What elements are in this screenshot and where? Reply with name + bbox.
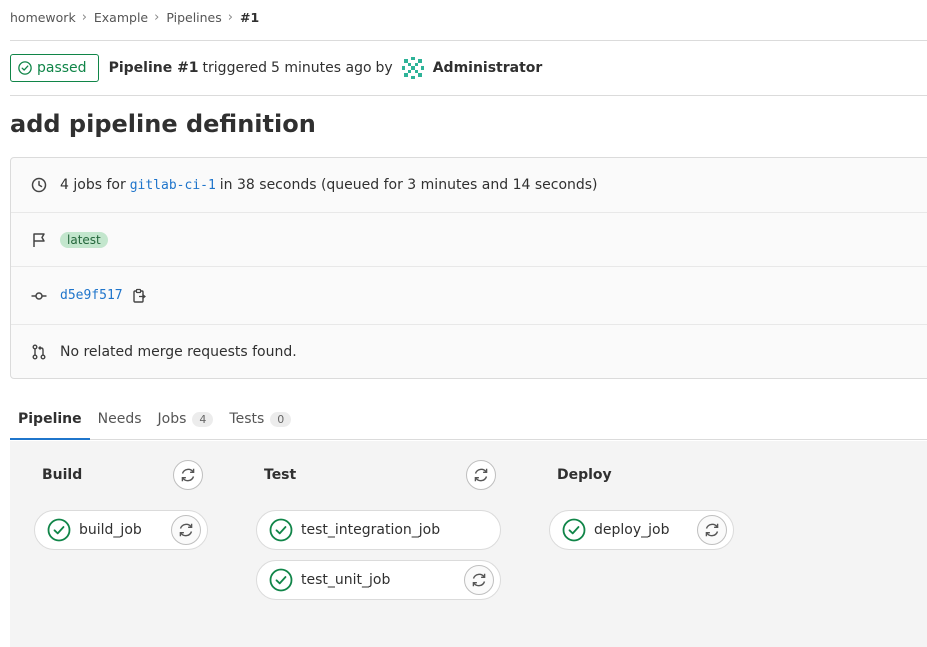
- job-retry-button[interactable]: [697, 515, 727, 545]
- job-build-job[interactable]: build_job: [34, 510, 208, 550]
- triggered-text: triggered: [202, 60, 268, 76]
- status-text: passed: [37, 60, 87, 76]
- retry-icon: [472, 573, 486, 587]
- duration-text: in 38 seconds (queued for 3 minutes and …: [219, 177, 598, 193]
- branch-link[interactable]: gitlab-ci-1: [130, 178, 216, 193]
- tab-count-badge: 4: [192, 411, 214, 427]
- stage-title-build: Build: [42, 467, 83, 483]
- stage-retry-button[interactable]: [466, 460, 496, 490]
- check-circle-icon: [562, 518, 586, 542]
- job-retry-button[interactable]: [171, 515, 201, 545]
- breadcrumb-separator: ›: [227, 9, 233, 25]
- stage-title-test: Test: [264, 467, 297, 483]
- breadcrumb-separator: ›: [154, 9, 160, 25]
- jobs-count-text: 4 jobs for: [60, 177, 126, 193]
- commit-sha-link[interactable]: d5e9f517: [60, 288, 123, 303]
- pipeline-info-card: 4 jobs for gitlab-ci-1 in 38 seconds (qu…: [10, 157, 927, 379]
- tab-jobs[interactable]: Jobs 4: [150, 399, 222, 439]
- tab-tests[interactable]: Tests 0: [221, 399, 299, 439]
- job-name: build_job: [79, 522, 142, 538]
- pipeline-tabs: Pipeline Needs Jobs 4 Tests 0: [10, 399, 927, 440]
- stage-title-deploy: Deploy: [557, 467, 612, 483]
- user-name[interactable]: Administrator: [433, 60, 543, 76]
- tab-label: Tests: [229, 411, 265, 427]
- job-retry-button[interactable]: [464, 565, 494, 595]
- pipeline-graph: Build build_job Test test_integration_jo…: [10, 441, 927, 647]
- merge-request-icon: [31, 344, 47, 360]
- tab-needs[interactable]: Needs: [90, 399, 150, 439]
- commit-row: d5e9f517: [11, 267, 927, 325]
- tab-label: Needs: [97, 411, 142, 427]
- status-badge[interactable]: passed: [10, 54, 99, 82]
- check-circle-icon: [269, 518, 293, 542]
- commit-icon: [31, 288, 47, 304]
- duration-row: 4 jobs for gitlab-ci-1 in 38 seconds (qu…: [11, 158, 927, 213]
- page-title: add pipeline definition: [10, 110, 316, 138]
- latest-badge: latest: [60, 231, 108, 248]
- breadcrumb-homework[interactable]: homework: [10, 10, 76, 25]
- divider: [10, 40, 927, 41]
- breadcrumb-separator: ›: [81, 9, 87, 25]
- breadcrumb-pipeline-id[interactable]: #1: [240, 10, 259, 25]
- merge-request-row: No related merge requests found.: [11, 325, 927, 379]
- check-circle-icon: [47, 518, 71, 542]
- job-deploy-job[interactable]: deploy_job: [549, 510, 734, 550]
- retry-icon: [179, 523, 193, 537]
- time-ago: 5 minutes ago: [271, 60, 372, 76]
- tab-label: Pipeline: [18, 410, 82, 427]
- stage-retry-button[interactable]: [173, 460, 203, 490]
- flag-icon: [31, 232, 47, 248]
- job-name: test_integration_job: [301, 522, 441, 538]
- by-text: by: [375, 60, 393, 76]
- pipeline-header: passed Pipeline #1 triggered 5 minutes a…: [10, 54, 542, 82]
- job-test-integration-job[interactable]: test_integration_job: [256, 510, 501, 550]
- breadcrumb-pipelines[interactable]: Pipelines: [166, 10, 221, 25]
- pipeline-label: Pipeline #1: [108, 60, 199, 76]
- tab-label: Jobs: [157, 411, 187, 427]
- check-circle-icon: [18, 61, 32, 75]
- clock-icon: [31, 177, 47, 193]
- job-name: deploy_job: [594, 522, 670, 538]
- avatar[interactable]: [400, 56, 425, 80]
- job-test-unit-job[interactable]: test_unit_job: [256, 560, 501, 600]
- retry-icon: [181, 468, 195, 482]
- tag-row: latest: [11, 213, 927, 267]
- no-merge-requests-text: No related merge requests found.: [60, 344, 297, 360]
- retry-icon: [474, 468, 488, 482]
- tab-count-badge: 0: [270, 411, 292, 427]
- check-circle-icon: [269, 568, 293, 592]
- tab-pipeline[interactable]: Pipeline: [10, 399, 90, 440]
- breadcrumb-example[interactable]: Example: [94, 10, 148, 25]
- retry-icon: [705, 523, 719, 537]
- job-name: test_unit_job: [301, 572, 391, 588]
- divider: [10, 95, 927, 96]
- copy-icon[interactable]: [131, 288, 147, 304]
- breadcrumb: homework › Example › Pipelines › #1: [10, 8, 259, 26]
